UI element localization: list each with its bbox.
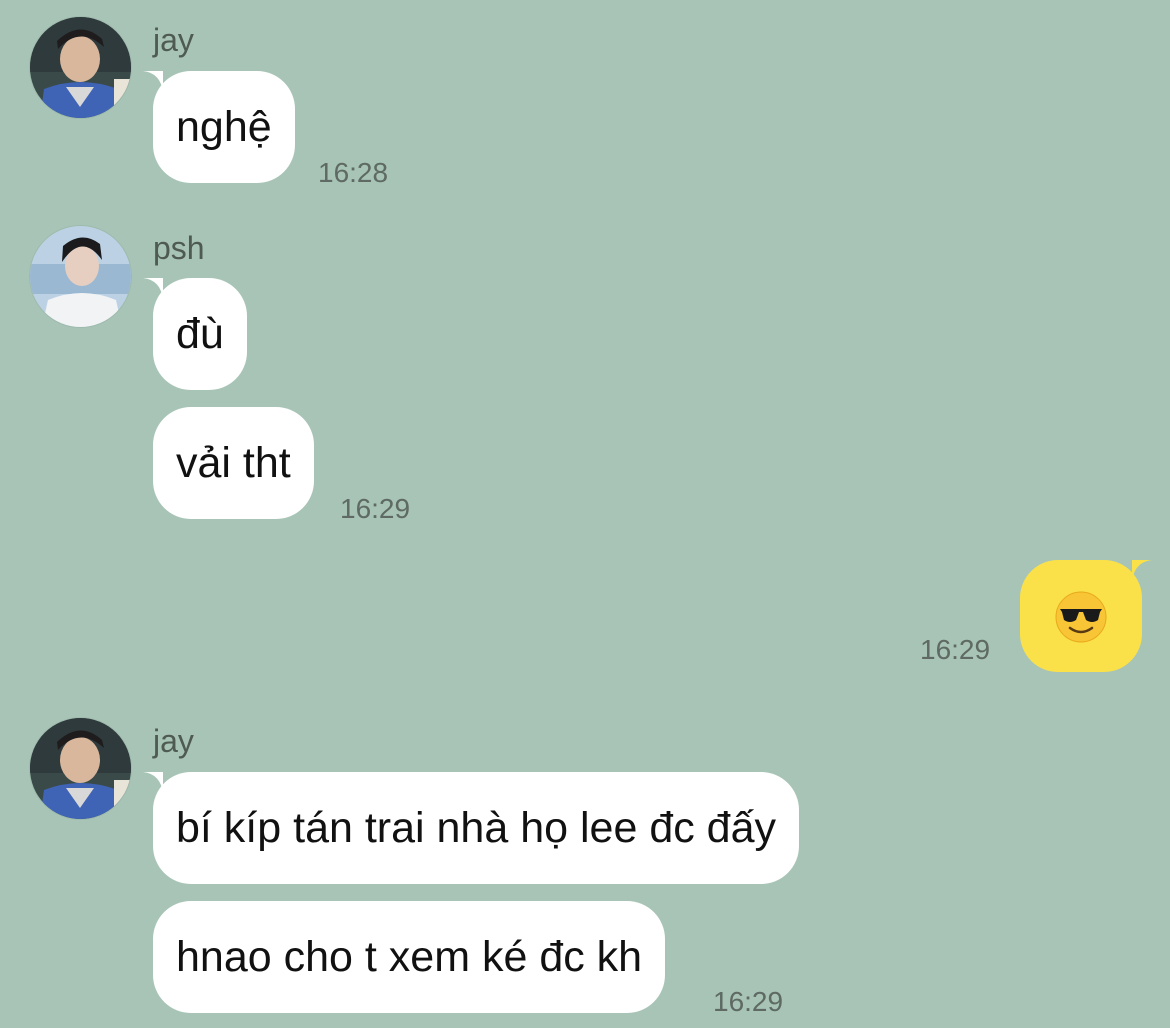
bubble-tail [1132,560,1152,582]
avatar-jay-image [30,718,131,819]
message-timestamp: 16:29 [713,986,784,1017]
avatar-psh-image [30,226,131,327]
message-timestamp: 16:29 [340,493,411,524]
avatar-jay[interactable] [30,17,131,118]
avatar-jay-image [30,17,131,118]
message-bubble[interactable]: vải tht [153,407,314,519]
message-timestamp: 16:28 [318,157,389,188]
sender-name: jay [153,22,194,58]
message-timestamp: 16:29 [920,634,991,665]
message-bubble[interactable]: bí kíp tán trai nhà họ lee đc đấy [153,772,800,884]
sender-name: jay [153,723,194,759]
message-bubble[interactable]: nghệ [153,71,295,183]
avatar-jay[interactable] [30,718,131,819]
message-bubble[interactable]: hnao cho t xem ké đc kh [153,901,666,1013]
sunglasses-emoji-icon [1054,590,1108,644]
sender-name: psh [153,230,205,266]
avatar-psh[interactable] [30,226,131,327]
message-bubble[interactable]: đù [153,278,247,390]
